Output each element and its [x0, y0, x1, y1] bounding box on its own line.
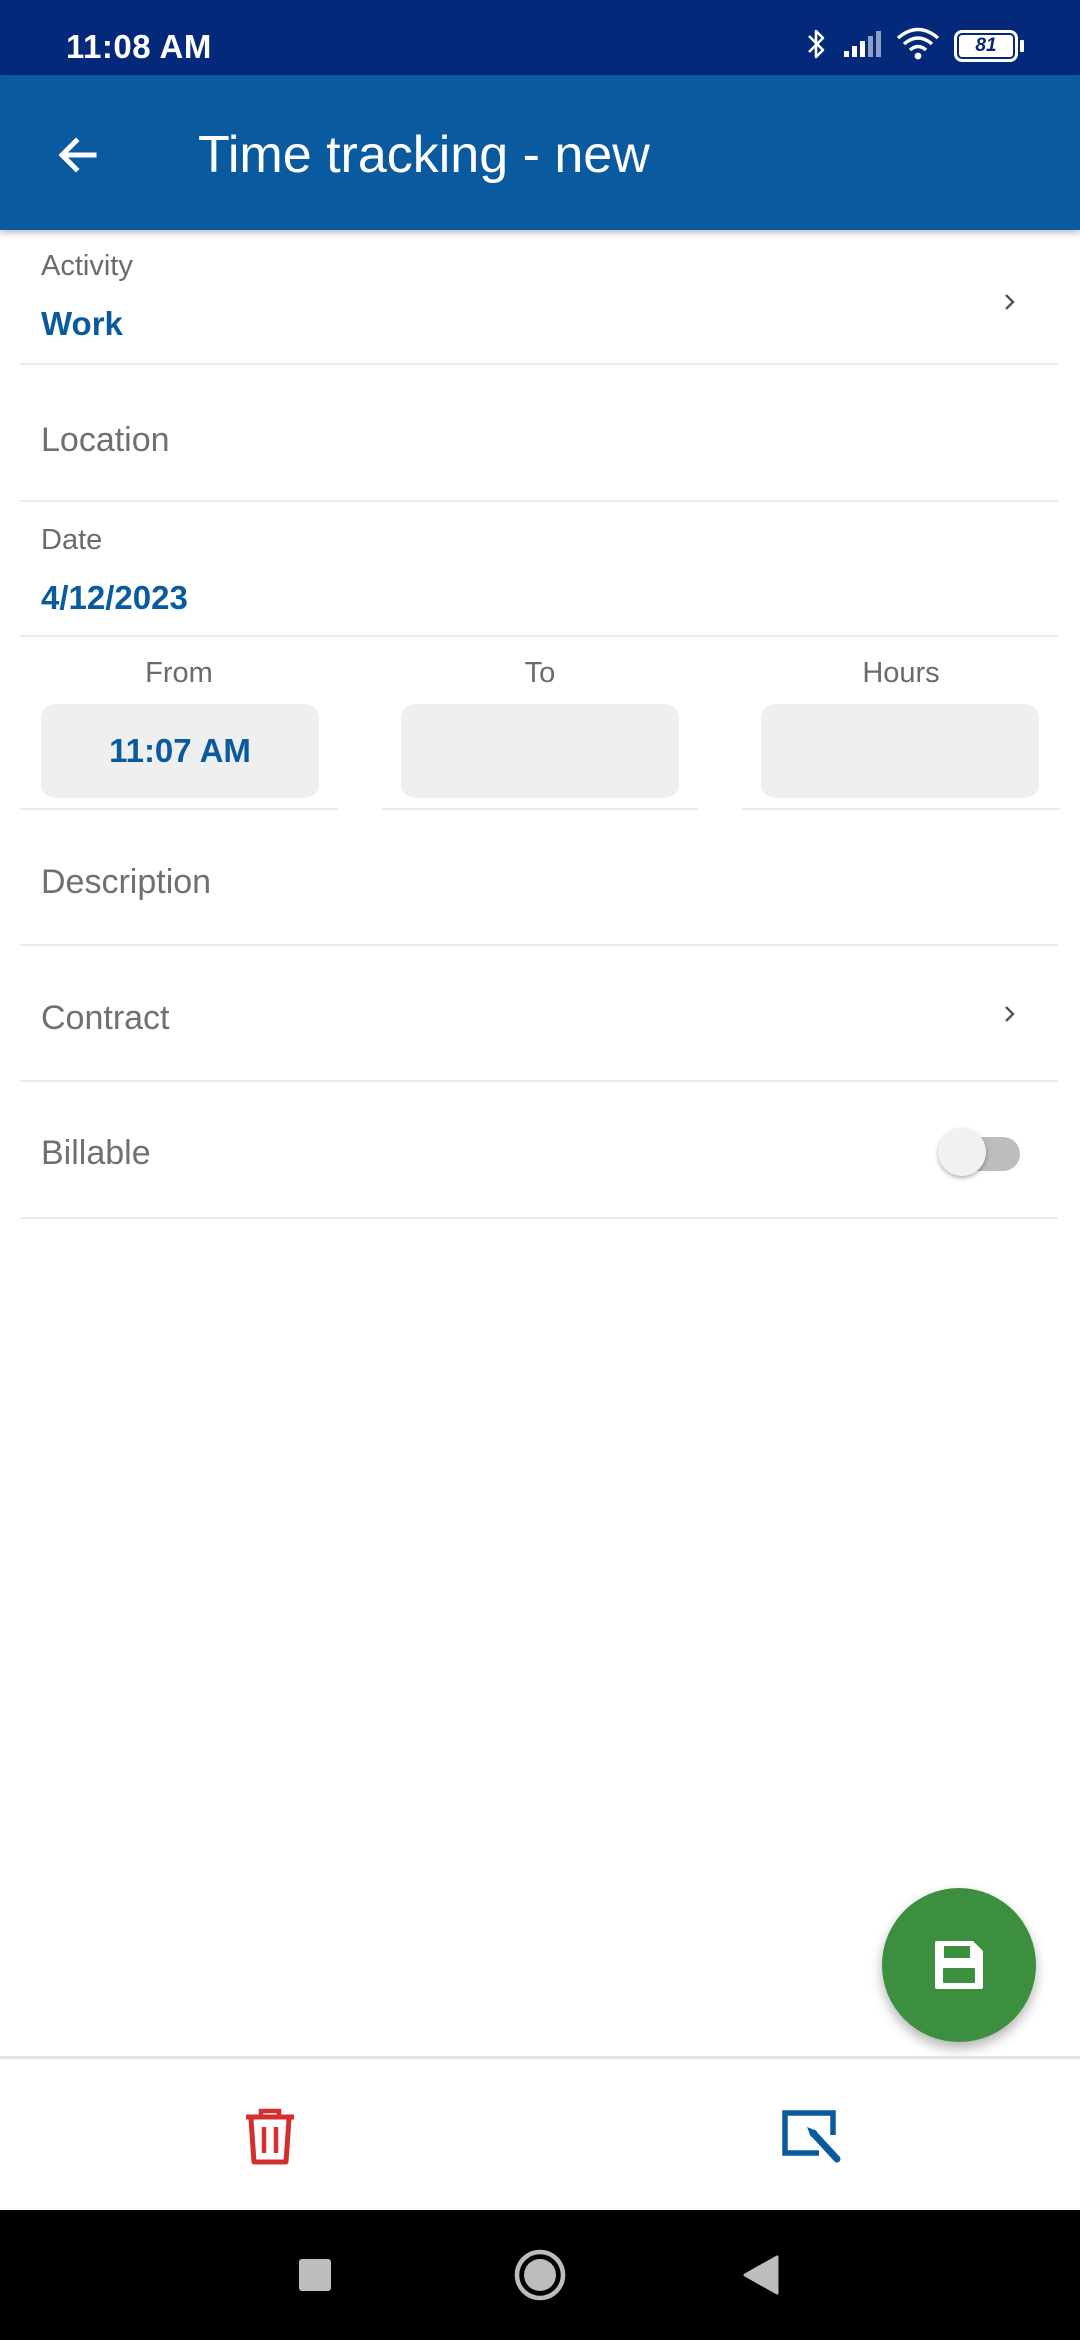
- activity-label: Activity: [41, 250, 133, 282]
- back-nav-button[interactable]: [726, 2240, 796, 2310]
- hours-input[interactable]: [761, 704, 1039, 798]
- app-bar: Time tracking - new: [0, 75, 1080, 230]
- contract-field[interactable]: Contract: [20, 946, 1058, 1082]
- from-column: From 11:07 AM: [20, 635, 338, 810]
- delete-button[interactable]: [232, 2099, 308, 2175]
- status-icons: 81: [806, 26, 1024, 66]
- battery-level: 81: [959, 35, 1013, 57]
- square-icon: [299, 2259, 331, 2291]
- description-field[interactable]: Description: [20, 810, 1058, 946]
- signal-icon: [842, 29, 882, 64]
- save-button[interactable]: [882, 1888, 1036, 2042]
- home-button[interactable]: [505, 2240, 575, 2310]
- status-bar: 11:08 AM 81: [0, 0, 1080, 75]
- chevron-right-icon: [1005, 1006, 1015, 1022]
- page-title: Time tracking - new: [198, 126, 650, 184]
- battery-icon: 81: [954, 30, 1024, 62]
- contract-placeholder: Contract: [41, 999, 170, 1037]
- time-range-row: From 11:07 AM To Hours: [0, 635, 1080, 810]
- hours-column: Hours: [742, 635, 1060, 810]
- billable-label: Billable: [41, 1134, 151, 1172]
- back-button[interactable]: [40, 117, 116, 193]
- from-time-input[interactable]: 11:07 AM: [41, 704, 319, 798]
- description-placeholder: Description: [41, 863, 212, 901]
- trash-icon: [246, 2108, 294, 2165]
- recents-button[interactable]: [280, 2240, 350, 2310]
- location-field[interactable]: Location: [20, 365, 1058, 502]
- chevron-right-icon: [1005, 294, 1015, 310]
- system-nav-bar: [0, 2210, 1080, 2340]
- hours-label: Hours: [862, 657, 940, 689]
- activity-field[interactable]: Activity Work: [20, 230, 1058, 365]
- edit-button[interactable]: [774, 2099, 850, 2175]
- time-entry-form: Activity Work Location Date 4/12/2023: [0, 230, 1080, 637]
- triangle-back-icon: [743, 2255, 779, 2295]
- save-icon: [935, 1941, 983, 1989]
- wifi-icon: [896, 27, 940, 66]
- status-time: 11:08 AM: [66, 28, 212, 65]
- billable-field: Billable: [20, 1082, 1058, 1219]
- date-value: 4/12/2023: [41, 579, 188, 616]
- from-label: From: [145, 657, 213, 689]
- edit-icon: [782, 2110, 841, 2163]
- date-label: Date: [41, 524, 103, 556]
- activity-value: Work: [41, 305, 123, 342]
- bluetooth-icon: [806, 26, 828, 67]
- to-label: To: [524, 657, 556, 689]
- bottom-toolbar: [0, 2056, 1080, 2210]
- billable-toggle[interactable]: [938, 1128, 1028, 1176]
- time-entry-form-lower: Description Contract Billable: [0, 810, 1080, 1219]
- location-placeholder: Location: [41, 421, 170, 459]
- to-time-input[interactable]: [401, 704, 679, 798]
- date-field[interactable]: Date 4/12/2023: [20, 502, 1058, 637]
- to-column: To: [382, 635, 698, 810]
- home-circle-icon: [514, 2249, 566, 2301]
- arrow-left-icon: [58, 137, 97, 173]
